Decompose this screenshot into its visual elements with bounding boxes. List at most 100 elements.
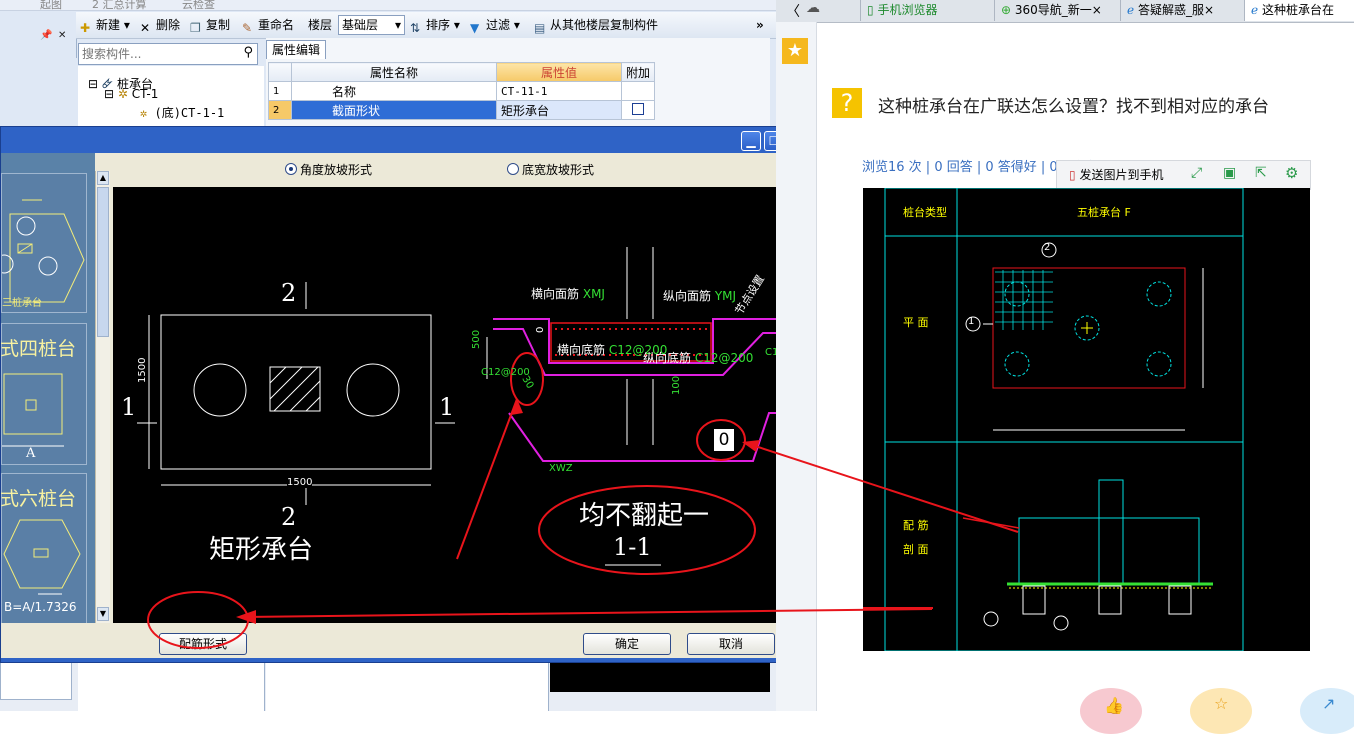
thumb-three-pile[interactable]: 三桩承台一	[1, 173, 87, 313]
tab-qa[interactable]: ℯ 答疑解惑_服×	[1120, 0, 1240, 21]
section-shape-dialog: ▁ ☐ ✕ 三桩承台一 式四桩台	[0, 126, 814, 663]
thumbnail-scrollbar[interactable]: ▲ ▼	[95, 171, 110, 623]
plan-label-right: 1	[439, 393, 455, 421]
pile-circle-left	[193, 363, 247, 417]
floor-select[interactable]: 基础层 ▾	[338, 15, 405, 35]
gear-icon: ✲	[140, 106, 148, 120]
dialog-body: 三桩承台一 式四桩台 A 式六桩台 B=A/1.7326 ▲ ▼ 角度放坡形式 …	[1, 153, 814, 658]
property-editor: 属性编辑 属性名称 属性值 附加 1 名称 CT-11-1 2 截面形状 矩形承…	[266, 38, 770, 128]
annotation-note-2: 1-1	[613, 533, 652, 561]
fullscreen-icon[interactable]: ⤢	[1191, 165, 1202, 181]
question-image[interactable]: 桩台类型 五桩承台 F 平 面 配 筋 剖 面 2 1	[863, 188, 1310, 651]
floor-label: 楼层	[308, 18, 333, 32]
plan-label-top: 2	[281, 279, 297, 307]
tab-current[interactable]: ℯ 这种桩承台在	[1244, 0, 1354, 21]
send-to-phone-button[interactable]: ▯ 发送图片到手机	[1069, 166, 1163, 183]
tree-node-ct1[interactable]: ⊟ ✲ CT-1	[104, 87, 158, 101]
sort-icon: ⇅	[410, 20, 421, 35]
checkbox[interactable]	[632, 102, 644, 115]
filter-button[interactable]: ▼ 过滤 ▾	[470, 16, 520, 35]
share-icon: ↗	[1322, 694, 1336, 713]
tab-property-edit[interactable]: 属性编辑	[266, 40, 326, 59]
thumb-sub-2: A	[26, 446, 36, 461]
cloud-icon[interactable]: ☁	[806, 0, 820, 16]
tree-node-leaf[interactable]: ✲ (底)CT-1-1	[140, 104, 224, 121]
tab-mobile-browser[interactable]: ▯ 手机浏览器	[860, 0, 994, 21]
thumbs-up-icon: 👍	[1104, 696, 1124, 715]
thumb-sub-3: B=A/1.7326	[4, 600, 77, 614]
browser-window: 〈 ☁ ▯ 手机浏览器 ⊕ 360导航_新一× ℯ 答疑解惑_服× ℯ 这种桩承…	[776, 0, 1354, 734]
faded-menu-2[interactable]: 2 汇总计算	[92, 0, 147, 12]
rebar-form-button[interactable]: 配筋形式	[159, 633, 247, 655]
back-icon[interactable]: 〈	[786, 1, 800, 21]
cad-preview-canvas[interactable]: 2 2 1 1 1500 1500 矩形承台 横向面筋 XMJ 纵向面筋 YMJ…	[113, 187, 814, 623]
browser-sidebar: ★	[776, 22, 817, 711]
new-button[interactable]: ✚ 新建 ▾	[80, 16, 130, 35]
col-index	[268, 62, 292, 82]
phone-icon: ▯	[867, 3, 874, 17]
param-input[interactable]: 0	[714, 429, 734, 451]
property-table: 属性名称 属性值 附加 1 名称 CT-11-1 2 截面形状 矩形承台	[268, 62, 656, 120]
search-icon[interactable]: ⚲	[243, 45, 253, 60]
dim-horizontal: 1500	[287, 477, 313, 488]
ok-button[interactable]: 确定	[583, 633, 671, 655]
table-row-selected[interactable]: 2 截面形状 矩形承台	[268, 100, 656, 120]
drawing-plan-label: 平 面	[903, 316, 929, 329]
radio-angle-slope[interactable]: 角度放坡形式	[285, 161, 372, 178]
share-icon[interactable]: ⇱	[1255, 165, 1267, 181]
shape-thumbnail-list: 三桩承台一 式四桩台 A 式六桩台 B=A/1.7326	[1, 153, 95, 623]
share-button[interactable]: ↗	[1300, 688, 1354, 734]
label-xwz: XWZ	[549, 463, 573, 474]
pin-icon[interactable]: 📌	[40, 30, 52, 41]
like-button[interactable]: 👍	[1080, 688, 1142, 734]
save-icon[interactable]: ▣	[1223, 165, 1236, 181]
component-search[interactable]: ⚲	[78, 43, 258, 65]
radio-width-slope[interactable]: 底宽放坡形式	[507, 161, 594, 178]
search-input[interactable]	[79, 44, 234, 64]
thumb-six-pile[interactable]: 式六桩台 B=A/1.7326	[1, 473, 87, 623]
image-toolbar: ▯ 发送图片到手机 ⤢ ▣ ⇱ ⚙	[1056, 160, 1311, 190]
delete-icon: ✕	[140, 20, 151, 35]
pile-cap-drawing	[863, 188, 1244, 651]
copy-from-floor-button[interactable]: ▤ 从其他楼层复制构件	[534, 16, 658, 35]
copy-button[interactable]: ❐ 复制	[190, 16, 230, 35]
delete-button[interactable]: ✕ 删除	[140, 16, 180, 35]
favorite-button[interactable]: ☆	[1190, 688, 1252, 734]
faded-menu-3[interactable]: 云检查	[182, 0, 215, 12]
label-500: 500	[471, 329, 482, 349]
cancel-button[interactable]: 取消	[687, 633, 775, 655]
copy-icon: ❐	[190, 20, 201, 35]
scroll-up-arrow[interactable]: ▲	[97, 171, 109, 185]
top-menu-strip: 起图 2 汇总计算 云检查	[0, 0, 776, 11]
col-name: 属性名称	[291, 62, 497, 82]
scroll-thumb[interactable]	[97, 187, 109, 337]
tab-360-nav[interactable]: ⊕ 360导航_新一×	[994, 0, 1110, 21]
thumb-four-pile[interactable]: 式四桩台 A	[1, 323, 87, 465]
chevron-down-icon: ▾	[394, 18, 401, 32]
drawing-type-header: 桩台类型	[903, 206, 947, 219]
col-extra: 附加	[620, 62, 656, 82]
component-toolbar: ✚ 新建 ▾ ✕ 删除 ❐ 复制 ✎ 重命名 楼层 基础层 ▾ ⇅ 排序 ▾ ▼ 过滤 ▾ ▤…	[76, 12, 776, 39]
minimize-button[interactable]: ▁	[741, 131, 761, 151]
favorites-star-icon[interactable]: ★	[782, 38, 808, 64]
three-pile-thumb-drawing	[1, 199, 85, 303]
close-icon[interactable]: ✕	[58, 30, 66, 41]
left-panel-header: 📌 ✕	[0, 14, 77, 58]
settings-gear-icon[interactable]: ⚙	[1285, 164, 1298, 182]
shape-name-label: 矩形承台	[209, 535, 314, 565]
col-value: 属性值	[496, 62, 622, 82]
rename-button[interactable]: ✎ 重命名	[242, 16, 294, 35]
label-100: 100	[671, 375, 682, 395]
radio-unselected-icon	[507, 163, 519, 175]
layers-icon: ▤	[534, 20, 546, 35]
scroll-down-arrow[interactable]: ▼	[97, 607, 109, 621]
plan-label-bottom: 2	[281, 503, 297, 531]
browser-tab-bar: 〈 ☁ ▯ 手机浏览器 ⊕ 360导航_新一× ℯ 答疑解惑_服× ℯ 这种桩承…	[776, 0, 1354, 23]
more-icon[interactable]: »	[756, 16, 764, 34]
faded-menu-1[interactable]: 起图	[40, 0, 62, 12]
table-row[interactable]: 1 名称 CT-11-1	[268, 81, 656, 101]
sort-button[interactable]: ⇅ 排序 ▾	[410, 16, 460, 35]
plan-label-left: 1	[121, 393, 137, 421]
new-icon: ✚	[80, 20, 91, 35]
360-icon: ⊕	[1001, 3, 1012, 17]
